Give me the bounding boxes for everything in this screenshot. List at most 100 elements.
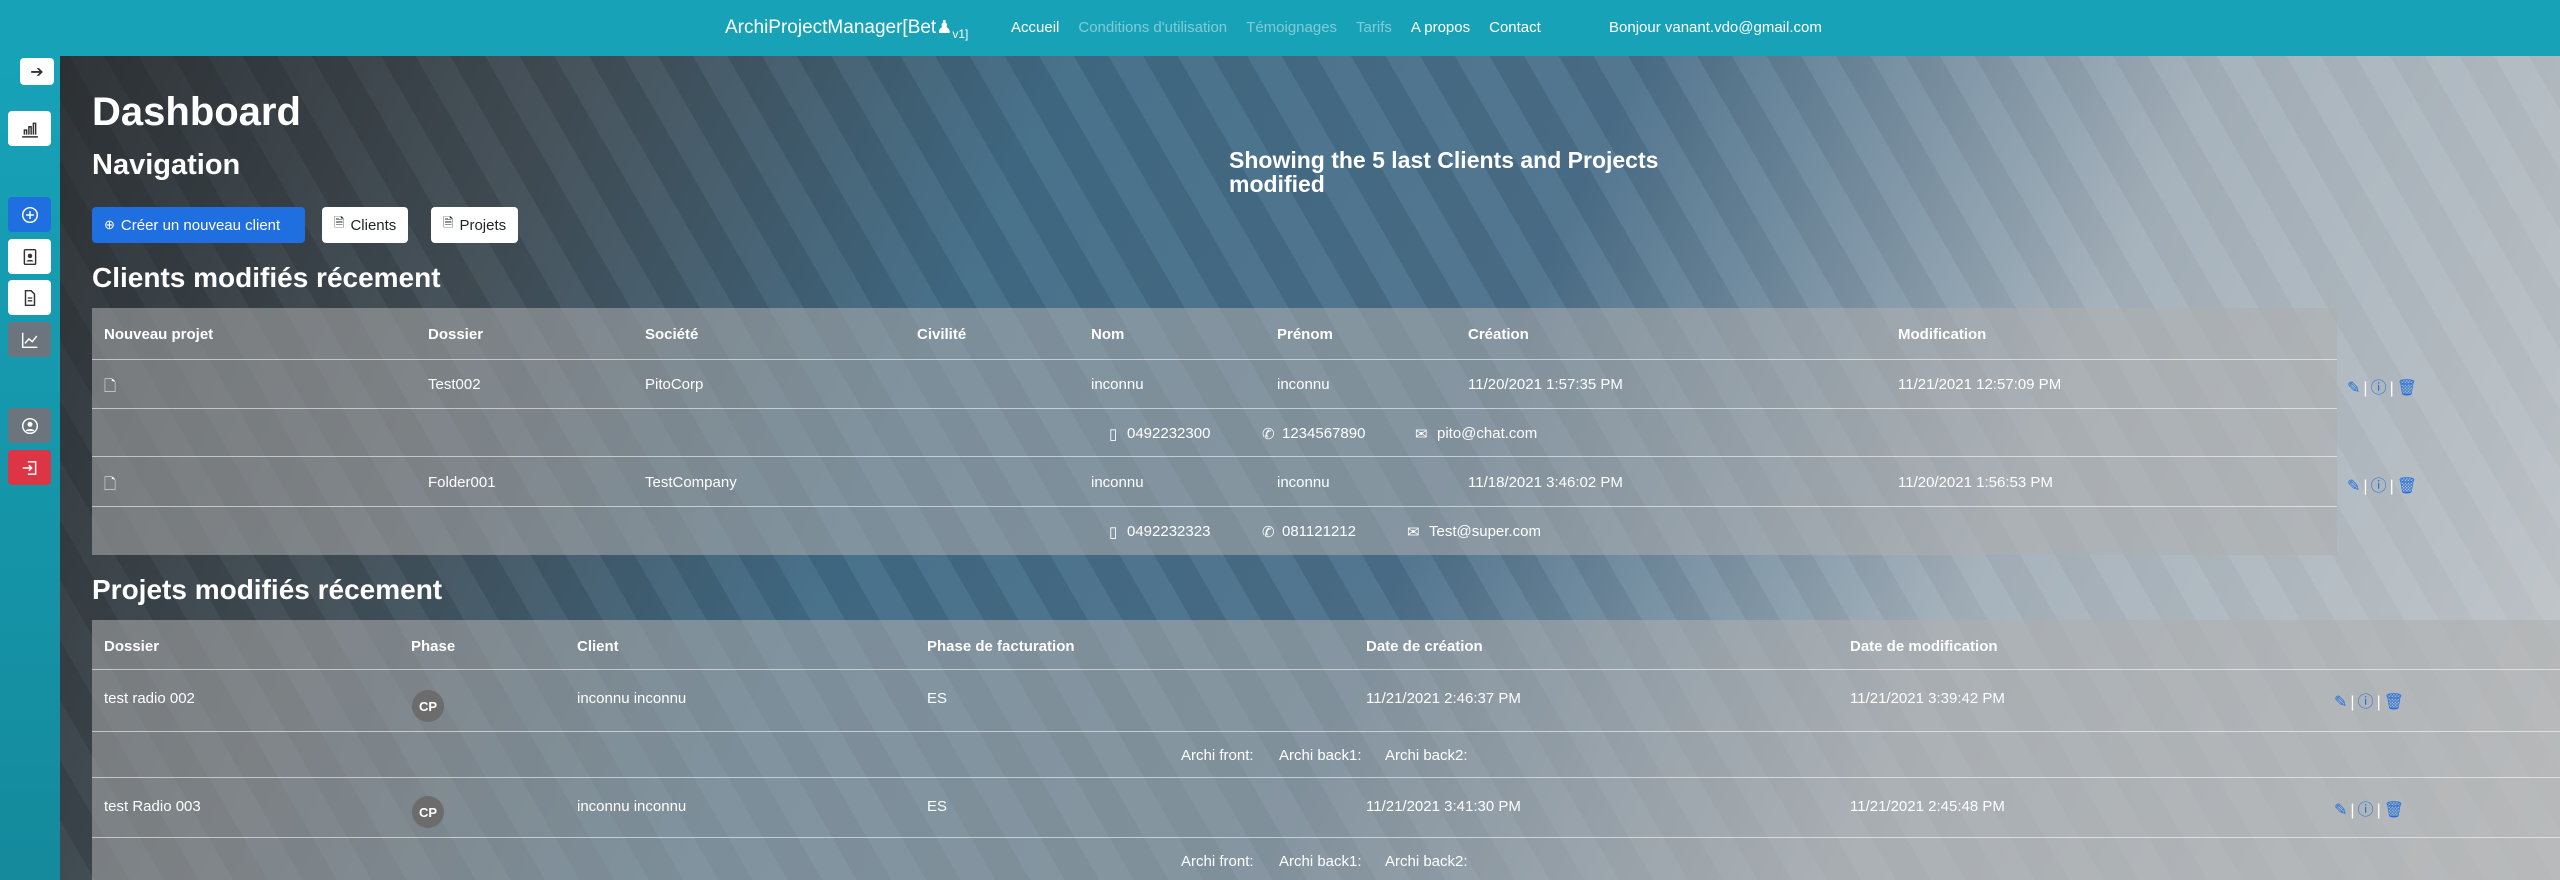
- logout-icon[interactable]: [8, 450, 51, 485]
- projects-table: Dossier Phase Client Phase de facturatio…: [92, 620, 2560, 880]
- cell-societe: TestCompany: [645, 474, 737, 491]
- new-client-button[interactable]: ⊕ Créer un nouveau client: [92, 207, 305, 243]
- plus-circle-icon[interactable]: [8, 197, 51, 232]
- cell-phone: 081121212: [1282, 523, 1356, 540]
- mobile-phone-icon: ▯: [1109, 524, 1118, 541]
- edit-icon[interactable]: ✎: [2334, 694, 2347, 711]
- edit-icon[interactable]: ✎: [2347, 478, 2360, 495]
- nav-apropos[interactable]: A propos: [1411, 19, 1470, 36]
- trash-icon[interactable]: 🗑: [2384, 694, 2404, 711]
- document-icon: 🗎: [443, 215, 454, 230]
- cell-email[interactable]: Test@super.com: [1429, 523, 1541, 540]
- info-icon[interactable]: ⓘ: [2358, 802, 2374, 819]
- cell-societe: PitoCorp: [645, 376, 704, 393]
- cell-phone: 1234567890: [1282, 425, 1366, 442]
- nav-links: Accueil Conditions d'utilisation Témoign…: [1011, 19, 1560, 36]
- col-prenom: Prénom: [1277, 326, 1333, 343]
- clients-table: Nouveau projet Dossier Société Civilité …: [92, 308, 2417, 555]
- phone-icon: ✆: [1262, 426, 1275, 443]
- col-phase: Phase: [411, 638, 456, 655]
- brand-text: ArchiProjectManager[Bet: [725, 17, 937, 38]
- col-date-creation: Date de création: [1366, 638, 1483, 655]
- cell-date-modification: 11/21/2021 2:45:48 PM: [1850, 798, 2005, 815]
- archi-back2-label: Archi back2:: [1385, 853, 1468, 870]
- table-row: 🗋 Folder001 TestCompany inconnu inconnu …: [92, 457, 2417, 507]
- col-client: Client: [577, 638, 619, 655]
- collapse-arrow-icon[interactable]: ➔: [20, 58, 54, 85]
- cell-facturation: ES: [927, 798, 948, 815]
- col-facturation: Phase de facturation: [927, 638, 1075, 655]
- col-societe: Société: [645, 326, 699, 343]
- projects-label: Projets: [459, 216, 507, 234]
- col-creation: Création: [1468, 326, 1529, 343]
- trash-icon[interactable]: 🗑: [2397, 478, 2417, 495]
- cell-prenom: inconnu: [1277, 474, 1330, 491]
- cell-client: inconnu inconnu: [577, 798, 687, 815]
- projects-section-title: Projets modifiés récement: [92, 574, 443, 605]
- graph-icon[interactable]: [8, 322, 51, 357]
- cell-facturation: ES: [927, 690, 948, 707]
- archi-row: Archi front: Archi back1: Archi back2:: [92, 838, 2560, 880]
- cell-creation: 11/18/2021 3:46:02 PM: [1468, 474, 1623, 491]
- cell-modification: 11/20/2021 1:56:53 PM: [1898, 474, 2053, 491]
- phone-icon: ✆: [1262, 524, 1275, 541]
- mobile-phone-icon: ▯: [1109, 426, 1118, 443]
- new-project-icon[interactable]: 🗋: [104, 376, 116, 401]
- edit-icon[interactable]: ✎: [2347, 380, 2360, 397]
- row-actions: ✎ | ⓘ | 🗑: [2334, 694, 2405, 711]
- clients-header-row: Nouveau projet Dossier Société Civilité …: [92, 308, 2337, 360]
- table-row: test Radio 003 CP inconnu inconnu ES 11/…: [92, 778, 2560, 838]
- col-dossier: Dossier: [428, 326, 484, 343]
- archi-row: Archi front: Archi back1: Archi back2:: [92, 732, 2560, 778]
- cell-mobile: 0492232300: [1127, 425, 1211, 442]
- phase-badge: CP: [412, 796, 444, 828]
- cell-date-creation: 11/21/2021 3:41:30 PM: [1366, 798, 1521, 815]
- nav-temoignages[interactable]: Témoignages: [1246, 19, 1337, 36]
- row-actions: ✎ | ⓘ | 🗑: [2347, 478, 2418, 495]
- archi-front-label: Archi front:: [1181, 853, 1254, 870]
- col-date-modification: Date de modification: [1850, 638, 1998, 655]
- cell-date-creation: 11/21/2021 2:46:37 PM: [1366, 690, 1521, 707]
- table-row: test radio 002 CP inconnu inconnu ES 11/…: [92, 670, 2560, 732]
- top-navbar: ArchiProjectManager[Bet♟v1] Accueil Cond…: [0, 0, 2560, 56]
- clients-label: Clients: [350, 216, 397, 234]
- cell-client: inconnu inconnu: [577, 690, 687, 707]
- projects-button[interactable]: 🗎 Projets: [431, 207, 519, 243]
- edit-icon[interactable]: ✎: [2334, 802, 2347, 819]
- trash-icon[interactable]: 🗑: [2397, 380, 2417, 397]
- envelope-icon: ✉: [1407, 524, 1420, 541]
- cell-dossier: Test002: [428, 376, 481, 393]
- contact-row: ▯ 0492232300 ✆ 1234567890 ✉ pito@chat.co…: [92, 409, 2337, 457]
- trash-icon[interactable]: 🗑: [2384, 802, 2404, 819]
- plus-circle-icon: ⊕: [104, 217, 115, 232]
- cell-nom: inconnu: [1091, 376, 1144, 393]
- new-client-label: Créer un nouveau client: [120, 216, 281, 234]
- cell-email[interactable]: pito@chat.com: [1437, 425, 1537, 442]
- client-file-icon[interactable]: [8, 239, 51, 274]
- chart-icon[interactable]: [8, 111, 51, 146]
- phase-badge: CP: [412, 690, 444, 722]
- clients-section-title: Clients modifiés récement: [92, 262, 441, 293]
- col-nom: Nom: [1091, 326, 1125, 343]
- document-icon[interactable]: [8, 280, 51, 315]
- nav-tarifs[interactable]: Tarifs: [1356, 19, 1392, 36]
- nav-accueil[interactable]: Accueil: [1011, 19, 1059, 36]
- cell-creation: 11/20/2021 1:57:35 PM: [1468, 376, 1623, 393]
- brand[interactable]: ArchiProjectManager[Bet♟v1]: [725, 17, 968, 41]
- nav-conditions[interactable]: Conditions d'utilisation: [1078, 19, 1227, 36]
- cell-prenom: inconnu: [1277, 376, 1330, 393]
- nav-contact[interactable]: Contact: [1489, 19, 1541, 36]
- archi-front-label: Archi front:: [1181, 747, 1254, 764]
- info-icon[interactable]: ⓘ: [2371, 478, 2387, 495]
- clients-button[interactable]: 🗎 Clients: [322, 207, 409, 243]
- table-row: 🗋 Test002 PitoCorp inconnu inconnu 11/20…: [92, 360, 2417, 409]
- cell-modification: 11/21/2021 12:57:09 PM: [1898, 376, 2062, 393]
- cell-date-modification: 11/21/2021 3:39:42 PM: [1850, 690, 2005, 707]
- client-file-icon: 🗎: [334, 215, 345, 230]
- archi-back2-label: Archi back2:: [1385, 747, 1468, 764]
- user-circle-icon[interactable]: [8, 408, 51, 443]
- info-icon[interactable]: ⓘ: [2358, 694, 2374, 711]
- showing-caption: Showing the 5 last Clients and Projects …: [1229, 147, 1659, 197]
- info-icon[interactable]: ⓘ: [2371, 380, 2387, 397]
- new-project-icon[interactable]: 🗋: [104, 474, 116, 499]
